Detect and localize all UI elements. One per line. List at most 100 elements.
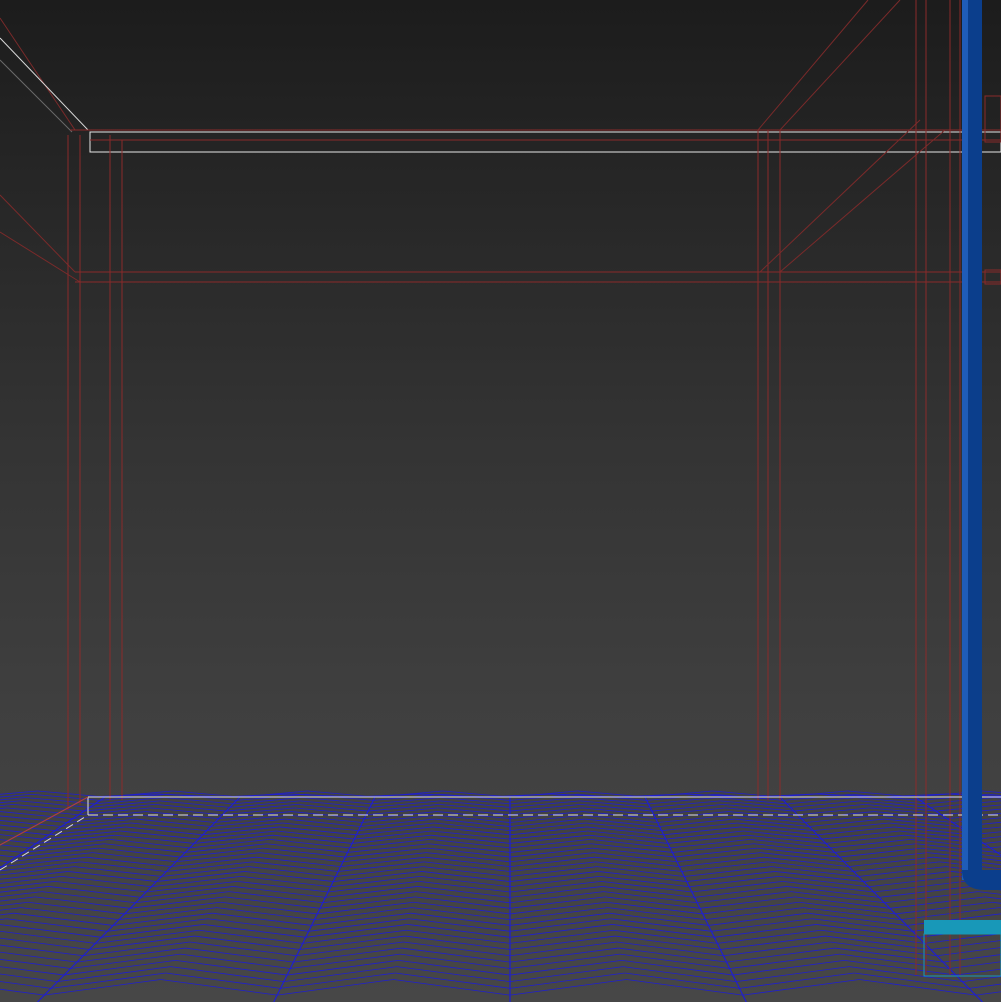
floor-wire-line xyxy=(345,847,428,858)
floor-wire-line xyxy=(624,972,740,989)
floor-wire-line xyxy=(269,839,350,849)
floor-wire-line xyxy=(13,912,114,926)
floor-wire-line xyxy=(104,843,186,853)
floor-wire-line xyxy=(233,797,303,805)
floor-wire-line xyxy=(686,871,776,882)
floor-wire-line xyxy=(64,959,176,976)
floor-wire-line xyxy=(283,966,397,983)
floor-wire-line xyxy=(0,811,74,820)
floor-wire-line xyxy=(180,953,291,969)
floor-wire-line xyxy=(432,830,511,840)
floor-wire-line xyxy=(509,826,587,836)
floor-wire-line xyxy=(607,907,706,921)
floor-wire-line xyxy=(395,972,511,989)
floor-wire-line xyxy=(990,846,1001,849)
floor-wire-line xyxy=(434,822,511,832)
floor-wire-line xyxy=(616,941,724,957)
floor-wire-line xyxy=(603,891,698,904)
floor-wire-line xyxy=(736,966,850,983)
floor-wire-line xyxy=(509,918,611,932)
floor-wire-line xyxy=(615,935,721,950)
floor-wire-line xyxy=(165,972,281,989)
floor-wire-line xyxy=(440,797,511,805)
floor-wire-line xyxy=(0,797,26,801)
floor-wire-line xyxy=(262,847,346,858)
floor-wire-line xyxy=(155,803,227,812)
floor-wire-line xyxy=(509,901,607,915)
floor-wire-line xyxy=(68,871,157,882)
floor-wire-line xyxy=(883,818,959,827)
floor-wire-line xyxy=(396,966,511,983)
floor-wire-line xyxy=(438,807,511,816)
floor-wire-line xyxy=(89,935,195,950)
floor-wire-line xyxy=(0,854,17,858)
floor-wire-line xyxy=(702,901,800,915)
floor-wire-line xyxy=(670,839,751,849)
floor-wire-line xyxy=(509,818,585,827)
floor-wire-line xyxy=(509,912,610,926)
floor-wire-line xyxy=(793,803,865,812)
floor-wire-line xyxy=(333,871,422,882)
floor-wire-line xyxy=(311,912,411,926)
floor-wire-line xyxy=(150,807,223,816)
floor-wire-line xyxy=(509,941,617,957)
floor-wire-line xyxy=(676,852,761,863)
floor-wire-line xyxy=(884,891,979,904)
floor-wire-line xyxy=(0,860,10,863)
floor-wire-line xyxy=(509,822,586,832)
floor-wire-line xyxy=(737,822,814,832)
floor-wire-line xyxy=(74,866,162,877)
floor-wire-line xyxy=(732,959,845,976)
herringbone-floor[interactable] xyxy=(0,790,1001,1002)
floor-wire-line xyxy=(109,839,190,849)
floor-wire-line xyxy=(37,790,106,798)
floor-wire-line xyxy=(374,790,443,798)
floor-wire-line xyxy=(786,797,856,805)
floor-wire-line xyxy=(667,834,747,844)
floor-wire-line xyxy=(0,800,20,804)
floor-wire-line xyxy=(888,822,965,832)
floor-wire-line xyxy=(750,839,831,849)
floor-wire-line xyxy=(672,843,754,853)
vertical-pipe[interactable] xyxy=(962,0,1001,890)
floor-wire-line xyxy=(282,822,359,832)
floor-wire-line xyxy=(76,947,186,963)
floor-wire-line xyxy=(962,976,1001,983)
floor-wire-line xyxy=(57,966,171,983)
floor-wire-line xyxy=(136,818,211,827)
floor-wire-line xyxy=(95,929,200,944)
floor-wire-line xyxy=(811,918,913,932)
floor-wire-line xyxy=(287,959,399,976)
floor-wire-line xyxy=(509,800,581,808)
floor-wire-line xyxy=(894,826,972,836)
floor-wire-line xyxy=(35,896,131,909)
floor-wire-line xyxy=(853,861,940,872)
floor-wire-line xyxy=(393,979,511,996)
floor-wire-line xyxy=(816,924,919,938)
floor-wire-line xyxy=(352,834,432,844)
floor-wire-line xyxy=(855,797,926,805)
floor-wire-line xyxy=(723,941,831,957)
wall-frame[interactable] xyxy=(0,0,1001,975)
scene-wireframe[interactable] xyxy=(0,0,1001,1002)
floor-wire-line xyxy=(653,807,726,816)
floor-wire-line xyxy=(771,866,859,877)
floor-wire-line xyxy=(224,896,321,909)
3d-perspective-viewport[interactable] xyxy=(0,0,1001,1002)
floor-wire-line xyxy=(983,841,1001,844)
floor-wire-line xyxy=(720,935,826,950)
floor-wire-line xyxy=(146,880,238,893)
floor-wire-line xyxy=(425,856,511,867)
floor-wire-line xyxy=(659,818,735,827)
floor-wire-line xyxy=(328,880,420,893)
floor-wire-line xyxy=(403,941,511,957)
floor-wire-line xyxy=(78,807,151,816)
floor-wire-line xyxy=(214,814,289,823)
horizontal-pipe[interactable] xyxy=(923,920,1001,977)
floor-wire-line xyxy=(369,800,440,808)
floor-wire-line xyxy=(92,852,177,863)
floor-wire-line xyxy=(360,818,436,827)
floor-wire-line xyxy=(691,880,783,893)
floor-wire-line xyxy=(422,866,511,877)
floor-wire-line xyxy=(839,847,922,858)
